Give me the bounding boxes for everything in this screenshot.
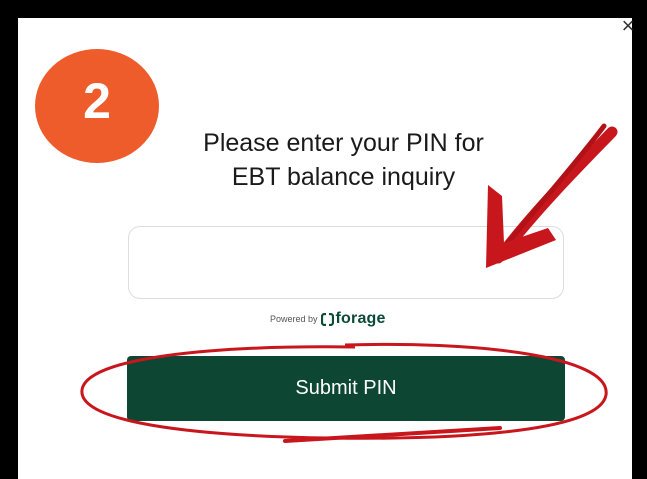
step-badge: 2 bbox=[35, 49, 159, 163]
title-line-2: EBT balance inquiry bbox=[231, 163, 456, 191]
forage-logo-icon bbox=[320, 312, 334, 326]
dialog-title: Please enter your PIN for EBT balance in… bbox=[150, 126, 537, 194]
forage-brand-label: forage bbox=[335, 310, 386, 327]
close-icon[interactable]: × bbox=[616, 14, 640, 38]
submit-pin-button[interactable]: Submit PIN bbox=[127, 356, 565, 421]
pin-input[interactable] bbox=[128, 226, 564, 299]
powered-by-forage: Powered by forage bbox=[270, 307, 430, 331]
title-line-1: Please enter your PIN for bbox=[203, 129, 484, 157]
screenshot-frame: × 2 Please enter your PIN for EBT balanc… bbox=[0, 0, 647, 479]
powered-by-label: Powered by bbox=[270, 314, 318, 324]
forage-logo: forage bbox=[320, 310, 386, 328]
